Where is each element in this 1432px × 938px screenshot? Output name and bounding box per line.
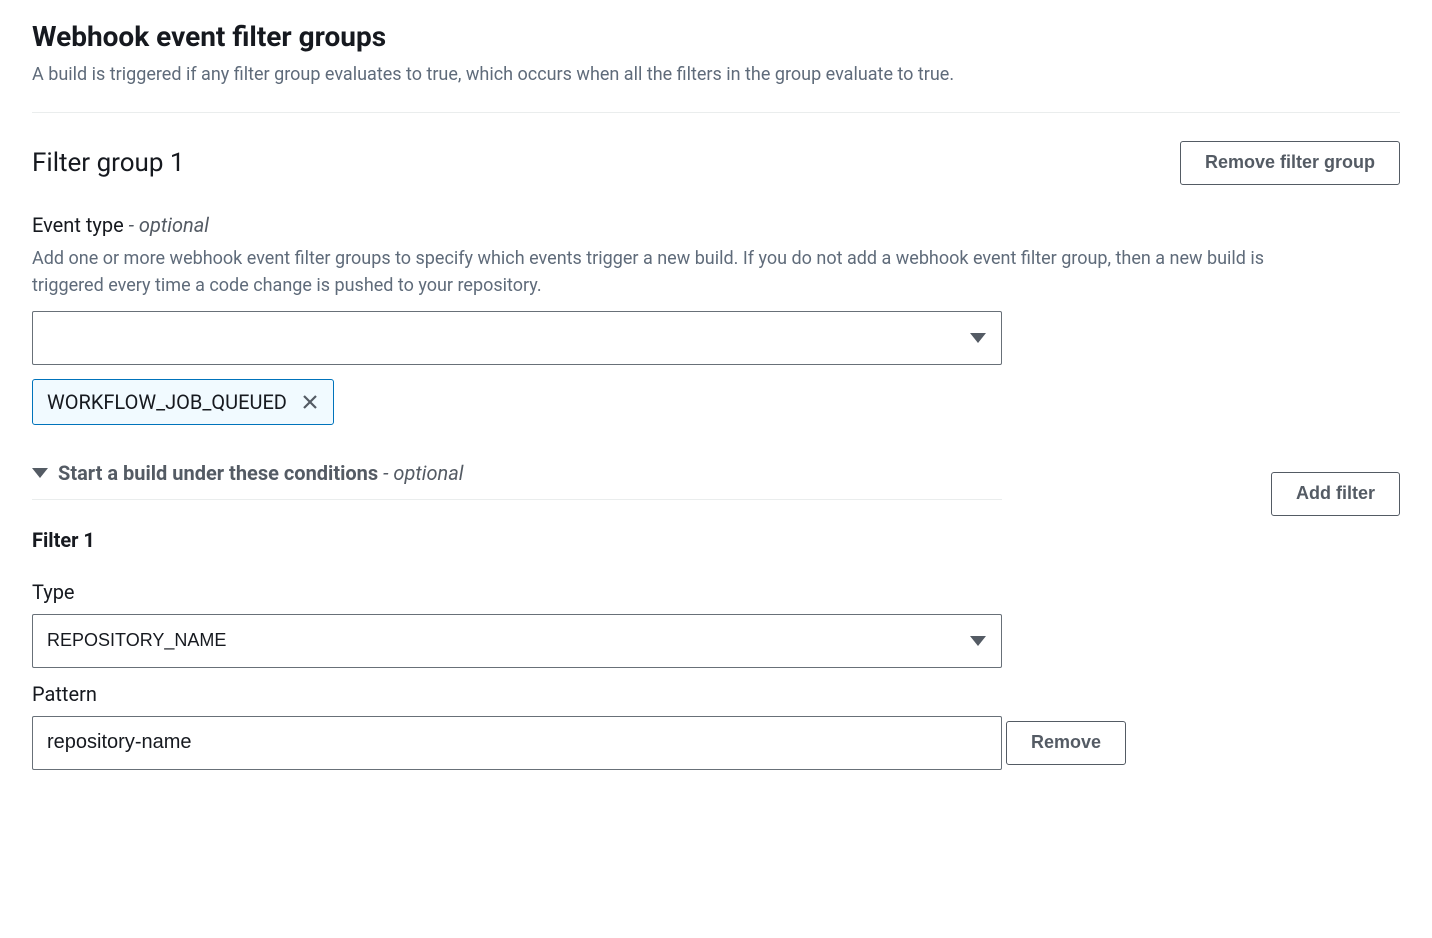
filter-type-select-wrap: REPOSITORY_NAME	[32, 614, 1002, 668]
filter-type-label: Type	[32, 580, 1400, 604]
filter-group-title: Filter group 1	[32, 148, 185, 178]
conditions-optional: - optional	[383, 461, 463, 485]
page-description: A build is triggered if any filter group…	[32, 61, 1400, 88]
event-type-optional: - optional	[129, 213, 209, 237]
conditions-row: Start a build under these conditions - o…	[32, 461, 1400, 528]
event-type-label-text: Event type	[32, 213, 124, 237]
event-type-select[interactable]	[32, 311, 1002, 365]
divider	[32, 112, 1400, 113]
filter-heading: Filter 1	[32, 528, 1400, 552]
conditions-header[interactable]: Start a build under these conditions - o…	[32, 461, 1002, 500]
event-type-tag: WORKFLOW_JOB_QUEUED	[32, 379, 334, 425]
event-type-label: Event type - optional	[32, 213, 1400, 237]
filter-pattern-input[interactable]	[32, 716, 1002, 770]
filter-group-header: Filter group 1 Remove filter group	[32, 141, 1400, 185]
conditions-title: Start a build under these conditions - o…	[58, 461, 464, 485]
event-type-description: Add one or more webhook event filter gro…	[32, 245, 1332, 299]
remove-filter-group-button[interactable]: Remove filter group	[1180, 141, 1400, 185]
event-type-select-wrap	[32, 311, 1002, 365]
close-icon	[301, 393, 319, 411]
filter-type-selected-value: REPOSITORY_NAME	[47, 630, 226, 651]
collapse-caret-icon[interactable]	[32, 468, 48, 478]
event-type-tag-label: WORKFLOW_JOB_QUEUED	[47, 390, 287, 414]
conditions-title-text: Start a build under these conditions	[58, 461, 378, 485]
add-filter-wrap: Add filter	[1271, 472, 1400, 516]
remove-filter-button[interactable]: Remove	[1006, 721, 1126, 765]
filter-pattern-label: Pattern	[32, 682, 1400, 706]
remove-tag-button[interactable]	[301, 393, 319, 411]
page-title: Webhook event filter groups	[32, 20, 1400, 53]
add-filter-button[interactable]: Add filter	[1271, 472, 1400, 516]
filter-type-select[interactable]: REPOSITORY_NAME	[32, 614, 1002, 668]
